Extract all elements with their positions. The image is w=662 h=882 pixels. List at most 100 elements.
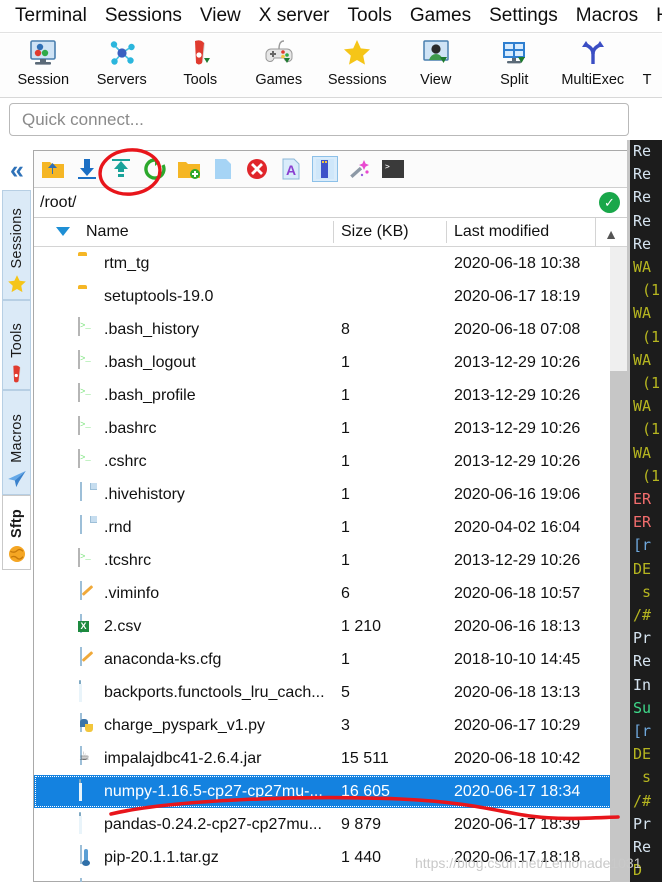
menu-item-xserver[interactable]: X server: [250, 5, 339, 27]
menu-item-terminal[interactable]: Terminal: [6, 5, 96, 27]
toolbar-button-session[interactable]: Session: [4, 34, 83, 88]
menu-item-settings[interactable]: Settings: [480, 5, 567, 27]
table-row[interactable]: 2.csv 1 210 2020-06-16 18:13: [34, 610, 628, 643]
magic-wand-icon[interactable]: [346, 156, 372, 182]
multiexec-fork-icon: [575, 37, 611, 69]
file-modified: 2020-06-18 13:13: [454, 683, 581, 701]
table-row[interactable]: impalajdbc41-2.6.4.jar 15 511 2020-06-18…: [34, 742, 628, 775]
toolbar-button-multiexec[interactable]: MultiExec: [554, 34, 633, 88]
terminal-line: /#: [633, 791, 652, 810]
file-modified: 2020-04-02 16:04: [454, 518, 581, 536]
terminal-line: s: [633, 768, 652, 787]
menu-item-tools[interactable]: Tools: [339, 5, 401, 27]
toolbar-button-games[interactable]: Games: [240, 34, 319, 88]
toolbar-button-tunneling[interactable]: T: [632, 34, 662, 88]
session-monitor-icon: [25, 37, 61, 69]
new-folder-icon[interactable]: [176, 156, 202, 182]
scrollbar-thumb[interactable]: [610, 371, 628, 882]
terminal-line: Pr: [633, 814, 652, 833]
table-row[interactable]: .cshrc 1 2013-12-29 10:26: [34, 445, 628, 478]
file-size: 1: [341, 518, 350, 536]
toolbar-label-tools: Tools: [183, 72, 218, 88]
toolbar-button-tools[interactable]: Tools: [161, 34, 240, 88]
new-file-icon[interactable]: [210, 156, 236, 182]
open-terminal-icon[interactable]: >: [380, 156, 406, 182]
table-row[interactable]: .tcshrc 1 2013-12-29 10:26: [34, 544, 628, 577]
table-row[interactable]: .bash_profile 1 2013-12-29 10:26: [34, 379, 628, 412]
terminal-line: WA: [633, 350, 652, 369]
toolbar-button-split[interactable]: Split: [475, 34, 554, 88]
globe-icon: [7, 541, 27, 567]
table-row[interactable]: setuptools-19.0 2020-06-17 18:19: [34, 280, 628, 313]
rename-icon[interactable]: A: [278, 156, 304, 182]
terminal-line: WA: [633, 304, 652, 323]
table-row[interactable]: rtm_tg 2020-06-18 10:38: [34, 247, 628, 280]
sftp-path-bar[interactable]: /root/ ✓: [34, 188, 628, 218]
table-row[interactable]: .bash_logout 1 2013-12-29 10:26: [34, 346, 628, 379]
file-list-header: Name Size (KB) Last modified ▲: [34, 218, 628, 247]
download-icon[interactable]: [74, 156, 100, 182]
file-list-scrollbar[interactable]: [610, 247, 628, 882]
main-toolbar: Session Servers Tools Games Sessions Vie…: [0, 34, 662, 98]
sort-descending-icon[interactable]: [56, 227, 70, 236]
file-modified: 2013-12-29 10:26: [454, 452, 581, 470]
table-row[interactable]: .hivehistory 1 2020-06-16 19:06: [34, 478, 628, 511]
toolbar-button-sessions[interactable]: Sessions: [318, 34, 397, 88]
file-name: .bash_history: [104, 320, 200, 338]
table-row[interactable]: .bashrc 1 2013-12-29 10:26: [34, 412, 628, 445]
terminal-line: WA: [633, 397, 652, 416]
user-monitor-icon: [418, 37, 454, 69]
table-row[interactable]: .bash_history 8 2020-06-18 07:08: [34, 313, 628, 346]
table-row[interactable]: anaconda-ks.cfg 1 2018-10-10 14:45: [34, 643, 628, 676]
upload-icon[interactable]: [108, 156, 134, 182]
quick-connect-input[interactable]: Quick connect...: [9, 103, 629, 136]
file-name: .rnd: [104, 518, 132, 536]
menu-item-sessions[interactable]: Sessions: [96, 5, 191, 27]
file-modified: 2020-06-18 10:42: [454, 749, 581, 767]
file-modified: 2020-06-17 18:34: [454, 782, 581, 800]
follow-terminal-folder-icon[interactable]: [312, 156, 338, 182]
table-row[interactable]: .rnd 1 2020-04-02 16:04: [34, 511, 628, 544]
refresh-icon[interactable]: [142, 156, 168, 182]
table-row-selected[interactable]: numpy-1.16.5-cp27-cp27mu-... 16 605 2020…: [34, 775, 628, 808]
table-row[interactable]: charge_pyspark_v1.py 3 2020-06-17 10:29: [34, 709, 628, 742]
terminal-line: (1: [633, 466, 661, 485]
sidebar-tab-sftp[interactable]: Sftp: [2, 495, 31, 570]
quick-connect-placeholder: Quick connect...: [22, 109, 144, 129]
file-name: .cshrc: [104, 452, 147, 470]
archive-icon: [78, 779, 100, 802]
column-header-name[interactable]: Name: [86, 223, 129, 241]
table-row[interactable]: pandas-0.24.2-cp27-cp27mu... 9 879 2020-…: [34, 808, 628, 841]
chevron-up-icon[interactable]: ▲: [604, 226, 618, 242]
table-row[interactable]: .viminfo 6 2020-06-18 10:57: [34, 577, 628, 610]
file-modified: 2020-06-16 19:06: [454, 485, 581, 503]
file-list[interactable]: rtm_tg 2020-06-18 10:38 setuptools-19.0 …: [34, 247, 628, 882]
menu-item-games[interactable]: Games: [401, 5, 480, 27]
sidebar-tab-sessions[interactable]: Sessions: [2, 190, 31, 300]
file-size: 6: [341, 584, 350, 602]
menu-item-help[interactable]: H: [647, 5, 662, 27]
file-size: 3: [341, 716, 350, 734]
folder-icon: [78, 285, 100, 307]
file-size: 1: [341, 386, 350, 404]
collapse-sidebar-icon[interactable]: «: [4, 150, 30, 190]
file-modified: 2020-06-17 18:19: [454, 287, 581, 305]
sidebar-tab-tools[interactable]: Tools: [2, 300, 31, 390]
toolbar-button-servers[interactable]: Servers: [83, 34, 162, 88]
file-name: .bash_profile: [104, 386, 196, 404]
column-header-size[interactable]: Size (KB): [341, 223, 409, 241]
terminal-line: Re: [633, 142, 652, 160]
menu-item-view[interactable]: View: [191, 5, 250, 27]
delete-icon[interactable]: [244, 156, 270, 182]
column-header-modified[interactable]: Last modified: [454, 223, 549, 241]
terminal-line: WA: [633, 443, 652, 462]
terminal-line: s: [633, 582, 652, 601]
menu-item-macros[interactable]: Macros: [567, 5, 647, 27]
svg-text:>: >: [385, 162, 390, 171]
terminal-panel[interactable]: Re Re Re Re Re WA (1 WA (1 WA (1 WA (1 W…: [630, 140, 662, 882]
toolbar-button-view[interactable]: View: [397, 34, 476, 88]
parent-folder-icon[interactable]: [40, 156, 66, 182]
table-row[interactable]: backports.functools_lru_cach... 5 2020-0…: [34, 676, 628, 709]
sidebar-tab-macros[interactable]: Macros: [2, 390, 31, 495]
table-row[interactable]: [34, 874, 628, 882]
